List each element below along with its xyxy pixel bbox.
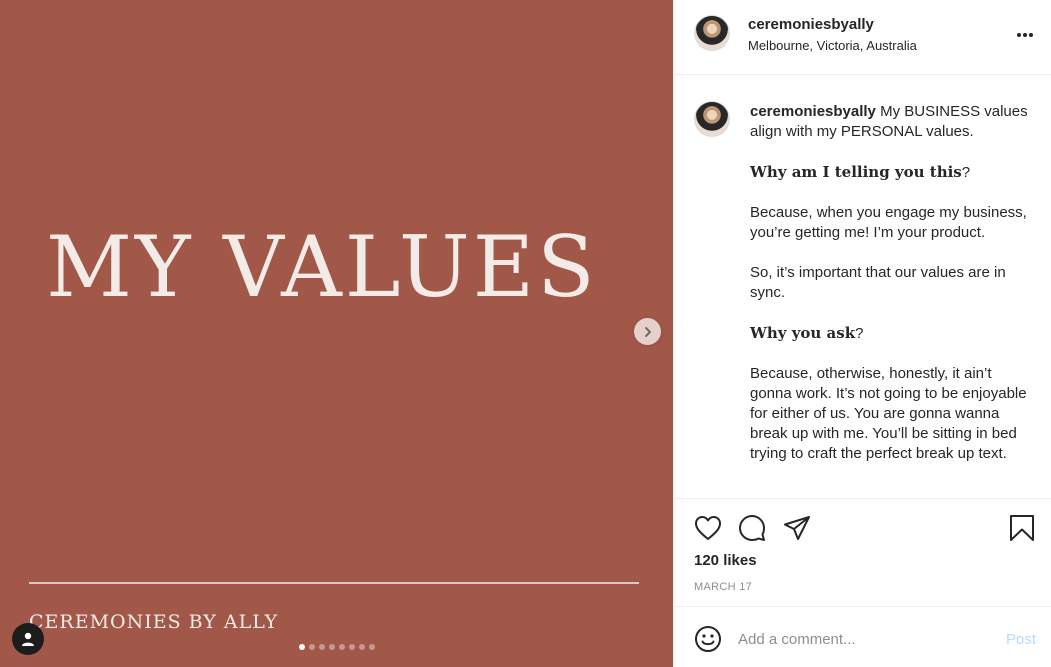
- more-icon: [1017, 33, 1033, 37]
- carousel-dot: [298, 644, 305, 650]
- tagged-users-button[interactable]: [12, 623, 44, 655]
- next-slide-button[interactable]: [634, 318, 661, 345]
- post-info-panel: ceremoniesbyally Melbourne, Victoria, Au…: [673, 0, 1051, 667]
- carousel-dot: [348, 644, 355, 650]
- emoji-icon: [695, 626, 721, 652]
- header-username[interactable]: ceremoniesbyally: [748, 16, 874, 33]
- carousel-dot: [368, 644, 375, 650]
- caption-paragraph: Because, when you engage my business, yo…: [750, 204, 1027, 241]
- caption-heading: Why am I telling you this: [750, 163, 962, 181]
- post-header: ceremoniesbyally Melbourne, Victoria, Au…: [674, 0, 1051, 75]
- save-button[interactable]: [1009, 514, 1035, 547]
- like-button[interactable]: [694, 515, 722, 546]
- header-location[interactable]: Melbourne, Victoria, Australia: [748, 38, 917, 53]
- media-brand-text: CEREMONIES BY ALLY: [29, 611, 279, 633]
- carousel-dot: [318, 644, 325, 650]
- caption-heading: Why you ask: [750, 324, 856, 342]
- caption-punct: ?: [961, 164, 971, 181]
- media-title-text: MY VALUES: [46, 218, 598, 316]
- carousel-dot: [308, 644, 315, 650]
- more-options-button[interactable]: [1016, 23, 1034, 41]
- caption-paragraph: Why am I telling you this?: [750, 162, 1030, 183]
- carousel-dot: [338, 644, 345, 650]
- bookmark-icon: [1010, 515, 1034, 541]
- caption-username[interactable]: ceremoniesbyally: [750, 103, 876, 120]
- post-comment-button[interactable]: Post: [1006, 631, 1036, 648]
- caption-paragraph: Why you ask?: [750, 323, 1030, 344]
- carousel-dots: [0, 644, 673, 650]
- carousel-dot: [328, 644, 335, 650]
- post-date: MARCH 17: [694, 581, 753, 593]
- carousel-dot: [358, 644, 365, 650]
- caption-area[interactable]: ceremoniesbyally My BUSINESS values alig…: [674, 76, 1051, 497]
- comment-bar: Post: [674, 606, 1051, 667]
- user-icon: [22, 632, 34, 646]
- share-icon: [784, 516, 810, 540]
- emoji-button[interactable]: [694, 625, 722, 658]
- share-button[interactable]: [783, 515, 811, 546]
- avatar[interactable]: [694, 15, 730, 51]
- likes-count[interactable]: 120 likes: [694, 552, 757, 569]
- media-divider: [29, 582, 639, 584]
- heart-icon: [695, 516, 721, 540]
- avatar[interactable]: [694, 101, 730, 137]
- comment-icon: [739, 515, 765, 541]
- chevron-right-icon: [644, 326, 651, 337]
- caption-paragraph: Because, otherwise, honestly, it ain’t g…: [750, 365, 1027, 462]
- caption-paragraph: So, it’s important that our values are i…: [750, 264, 1006, 301]
- comment-button[interactable]: [738, 514, 766, 547]
- post-actions: 120 likes MARCH 17: [674, 498, 1051, 605]
- post-media[interactable]: MY VALUES CEREMONIES BY ALLY: [0, 0, 673, 667]
- caption-text: ceremoniesbyally My BUSINESS values alig…: [750, 102, 1030, 484]
- comment-input[interactable]: [738, 627, 988, 651]
- caption-punct: ?: [855, 325, 864, 342]
